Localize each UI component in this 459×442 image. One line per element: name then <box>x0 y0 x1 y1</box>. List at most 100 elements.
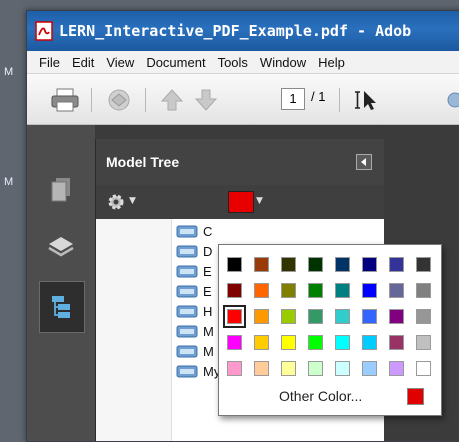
menu-document[interactable]: Document <box>146 55 205 70</box>
color-swatch[interactable] <box>308 257 323 272</box>
color-swatch[interactable] <box>362 283 377 298</box>
tree-node-label: M <box>203 323 214 339</box>
desktop-label-top: M <box>4 66 14 78</box>
color-swatch[interactable] <box>308 309 323 324</box>
3d-node-icon <box>176 245 198 257</box>
color-swatch[interactable] <box>335 309 350 324</box>
select-tool-icon[interactable] <box>351 87 383 113</box>
menu-help[interactable]: Help <box>318 55 345 70</box>
page-total: / 1 <box>311 89 326 104</box>
page-number-input[interactable]: 1 <box>281 88 305 110</box>
color-swatch[interactable] <box>335 257 350 272</box>
navigation-pane <box>27 125 95 441</box>
other-color-swatch[interactable] <box>407 388 424 405</box>
color-swatch[interactable] <box>416 309 431 324</box>
more-tools-icon[interactable] <box>443 87 459 113</box>
color-swatch[interactable] <box>362 309 377 324</box>
color-swatch[interactable] <box>227 257 242 272</box>
color-picker-button[interactable] <box>228 191 254 213</box>
tree-node[interactable]: D <box>176 241 212 261</box>
tree-node[interactable]: M <box>176 321 214 341</box>
model-tree-nav-button[interactable] <box>39 281 85 333</box>
color-swatch[interactable] <box>281 361 296 376</box>
3d-node-icon <box>176 285 198 297</box>
collaborate-icon[interactable] <box>103 87 135 113</box>
tree-node[interactable]: H <box>176 301 212 321</box>
color-swatch[interactable] <box>389 335 404 350</box>
menu-tools[interactable]: Tools <box>218 55 248 70</box>
color-swatch[interactable] <box>227 335 242 350</box>
triangle-left-icon <box>361 158 366 166</box>
pdf-file-icon <box>35 21 53 41</box>
toolbar-separator <box>145 88 146 112</box>
color-swatch[interactable] <box>416 361 431 376</box>
tree-node[interactable]: C <box>176 221 212 241</box>
3d-node-icon <box>176 305 198 317</box>
color-swatch[interactable] <box>281 309 296 324</box>
color-swatch[interactable] <box>362 335 377 350</box>
color-swatch[interactable] <box>308 283 323 298</box>
color-swatch[interactable] <box>335 335 350 350</box>
toolbar-separator <box>91 88 92 112</box>
tree-node[interactable]: E <box>176 261 212 281</box>
tree-node[interactable]: M <box>176 341 214 361</box>
color-swatch[interactable] <box>308 335 323 350</box>
color-swatch[interactable] <box>254 361 269 376</box>
tree-node-label: D <box>203 243 213 259</box>
color-swatch[interactable] <box>281 283 296 298</box>
title-bar[interactable]: LERN_Interactive_PDF_Example.pdf - Adob <box>27 11 459 51</box>
color-dropdown-arrow-icon[interactable]: ▼ <box>256 196 263 206</box>
menu-edit[interactable]: Edit <box>72 55 94 70</box>
tree-node-label: E <box>203 263 212 279</box>
toolbar: 1 / 1 <box>27 74 459 125</box>
layers-nav-button[interactable] <box>39 221 83 271</box>
window-title: LERN_Interactive_PDF_Example.pdf - Adob <box>59 22 412 40</box>
3d-node-icon <box>176 365 198 377</box>
color-swatch[interactable] <box>362 257 377 272</box>
color-swatch[interactable] <box>389 257 404 272</box>
toolbar-separator <box>339 88 340 112</box>
menu-view[interactable]: View <box>106 55 134 70</box>
other-color-option[interactable]: Other Color... <box>279 388 362 404</box>
tree-node-label: H <box>203 303 213 319</box>
tree-node[interactable]: E <box>176 281 212 301</box>
desktop-label-bottom: M <box>4 176 14 188</box>
panel-title: Model Tree <box>106 154 180 170</box>
color-swatch[interactable] <box>254 257 269 272</box>
panel-collapse-button[interactable] <box>356 154 372 170</box>
color-swatch[interactable] <box>389 361 404 376</box>
color-swatch[interactable] <box>281 257 296 272</box>
color-swatch[interactable] <box>227 361 242 376</box>
pages-icon <box>51 178 70 202</box>
menu-bar: File Edit View Document Tools Window Hel… <box>27 51 459 74</box>
pages-nav-button[interactable] <box>39 165 83 215</box>
color-swatch[interactable] <box>254 335 269 350</box>
color-swatch[interactable] <box>281 335 296 350</box>
layers-icon <box>48 237 74 257</box>
color-swatch[interactable] <box>223 305 246 328</box>
options-dropdown-arrow-icon[interactable]: ▼ <box>129 196 136 206</box>
color-swatch[interactable] <box>254 309 269 324</box>
color-swatch[interactable] <box>389 309 404 324</box>
menu-window[interactable]: Window <box>260 55 306 70</box>
color-swatch[interactable] <box>335 361 350 376</box>
color-swatch[interactable] <box>335 283 350 298</box>
3d-node-icon <box>176 265 198 277</box>
options-gear-icon[interactable] <box>106 192 126 212</box>
color-swatch[interactable] <box>362 361 377 376</box>
color-swatch[interactable] <box>416 257 431 272</box>
previous-page-icon[interactable] <box>159 87 185 113</box>
color-swatch[interactable] <box>416 283 431 298</box>
color-swatch[interactable] <box>308 361 323 376</box>
color-swatch[interactable] <box>389 283 404 298</box>
color-swatch[interactable] <box>254 283 269 298</box>
panel-header: Model Tree <box>96 139 384 186</box>
tree-node-label: M <box>203 343 214 359</box>
3d-node-icon <box>176 345 198 357</box>
next-page-icon[interactable] <box>193 87 219 113</box>
menu-file[interactable]: File <box>39 55 60 70</box>
color-swatch[interactable] <box>416 335 431 350</box>
color-swatch[interactable] <box>227 283 242 298</box>
print-icon[interactable] <box>49 87 81 113</box>
tree-node-label: C <box>203 223 213 239</box>
